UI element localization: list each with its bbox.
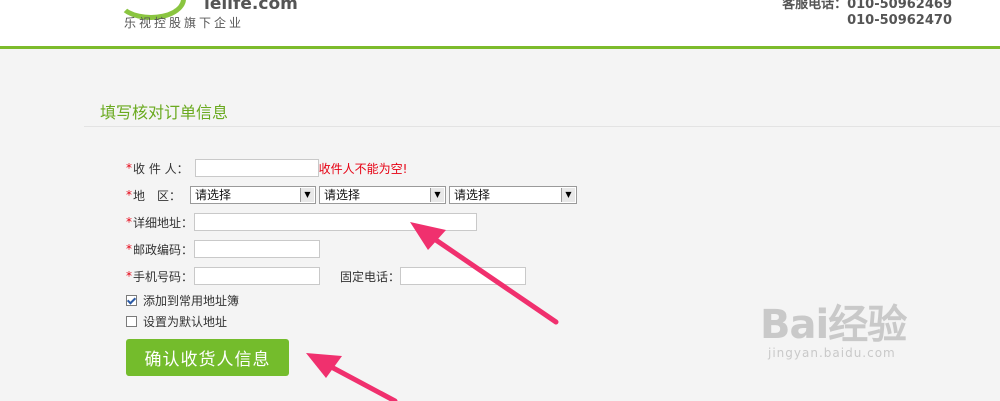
city-select-value: 请选择 (324, 188, 361, 202)
set-default-row[interactable]: 设置为默认地址 (126, 311, 227, 331)
region-label: 地 区： (133, 188, 182, 203)
chevron-down-icon[interactable]: ▼ (430, 188, 444, 202)
required-mark: * (126, 188, 132, 202)
set-default-label[interactable]: 设置为默认地址 (143, 313, 227, 330)
baidu-watermark: Bai经验 jingyan.baidu.com (760, 292, 907, 360)
add-to-book-checkbox[interactable] (126, 294, 137, 306)
service-phone-1: 客服电话：010-50962469 (782, 0, 952, 12)
recipient-label: 收 件 人： (133, 161, 189, 176)
district-select-value: 请选择 (454, 188, 491, 202)
mobile-input[interactable] (194, 267, 321, 285)
required-mark: * (126, 269, 132, 283)
recipient-row: * 收 件 人： 收件人不能为空! (126, 158, 407, 178)
section-title: 填写核对订单信息 (100, 103, 229, 122)
province-select[interactable]: 请选择 ▼ (190, 186, 316, 204)
phone-row: * 手机号码： 固定电话： (126, 266, 527, 286)
district-select[interactable]: 请选择 ▼ (449, 186, 577, 204)
province-select-value: 请选择 (195, 188, 232, 202)
chevron-down-icon[interactable]: ▼ (561, 188, 575, 202)
city-select[interactable]: 请选择 ▼ (319, 186, 446, 204)
brand-url: lelife.com (204, 0, 298, 14)
mobile-label: 手机号码： (133, 269, 194, 284)
service-phone-2: 010-50962470 (847, 13, 952, 28)
landline-label: 固定电话： (340, 269, 401, 284)
address-label: 详细地址： (133, 215, 194, 230)
address-input[interactable] (194, 213, 478, 231)
section-divider (84, 126, 1000, 127)
chevron-down-icon[interactable]: ▼ (300, 188, 314, 202)
required-mark: * (126, 242, 132, 256)
landline-input[interactable] (400, 267, 527, 285)
address-row: * 详细地址： (126, 212, 478, 232)
watermark-sub: jingyan.baidu.com (768, 346, 896, 360)
region-row: * 地 区： (126, 185, 181, 205)
add-to-book-label[interactable]: 添加到常用地址簿 (143, 292, 239, 309)
required-mark: * (126, 215, 132, 229)
arrow-to-confirm-icon (306, 353, 398, 401)
confirm-recipient-button[interactable]: 确认收货人信息 (126, 339, 289, 376)
site-header: lelife.com 乐视控股旗下企业 客服电话：010-50962469 01… (0, 0, 1000, 49)
recipient-error: 收件人不能为空! (318, 161, 408, 176)
postcode-input[interactable] (194, 240, 321, 258)
recipient-input[interactable] (194, 159, 319, 177)
set-default-checkbox[interactable] (126, 315, 137, 327)
watermark-main: Bai经验 (760, 302, 907, 348)
postcode-label: 邮政编码： (133, 242, 194, 257)
required-mark: * (126, 161, 132, 175)
brand-tagline: 乐视控股旗下企业 (124, 16, 245, 30)
postcode-row: * 邮政编码： (126, 239, 321, 259)
add-to-book-row[interactable]: 添加到常用地址簿 (126, 290, 239, 310)
